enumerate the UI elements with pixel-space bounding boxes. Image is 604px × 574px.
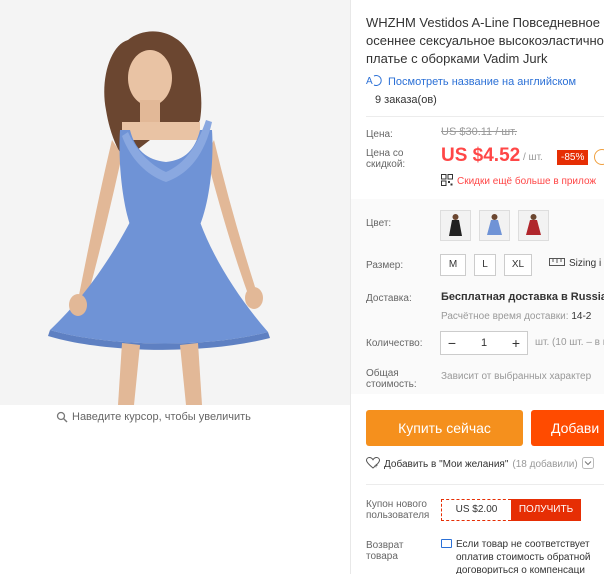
orders-count: 9 заказа(ов) [375, 94, 437, 106]
quantity-stepper: − 1 + [440, 331, 528, 355]
app-discount-link[interactable]: Скидки ещё больше в прилож [441, 174, 596, 189]
return-policy-text: Если товар не соответствует оплатив стои… [456, 538, 590, 574]
total-note: Зависит от выбранных характер [441, 371, 592, 382]
price-per-unit: / шт. [523, 152, 543, 163]
coupon-value: US $2.00 [441, 499, 511, 521]
wishlist-text: Добавить в "Мои желания" [384, 459, 509, 470]
product-title-line: WHZHM Vestidos A-Line Повседневное [366, 15, 600, 30]
shipping-estimate-value: 14-2 [571, 311, 592, 322]
quantity-increment-button[interactable]: + [505, 332, 527, 354]
qr-code-icon [441, 174, 453, 189]
return-policy-line: договориться о компенсаци [456, 565, 585, 574]
translate-link[interactable]: A Посмотреть название на английском [366, 74, 576, 89]
quantity-decrement-button[interactable]: − [441, 332, 463, 354]
dress-photo [0, 0, 350, 405]
magnifier-icon [56, 411, 68, 423]
zoom-hint: Наведите курсор, чтобы увеличить [56, 411, 251, 423]
price-label: Цена: [366, 129, 393, 140]
app-discount-text: Скидки ещё больше в прилож [457, 176, 597, 187]
shipping-estimate: Расчётное время доставки: 14-2 [441, 311, 591, 322]
discount-price-label-line: Цена со [366, 148, 404, 159]
size-option-m[interactable]: M [440, 254, 466, 276]
return-policy-line: оплатив стоимость обратной [456, 552, 591, 563]
translate-icon: A [366, 74, 382, 89]
wishlist-link[interactable]: + Добавить в "Мои желания" (18 добавили) [365, 456, 594, 472]
translate-link-text: Посмотреть название на английском [388, 75, 577, 88]
product-main-image[interactable] [0, 0, 350, 405]
discount-price-label-line: скидкой: [366, 159, 406, 170]
product-gallery: Наведите курсор, чтобы увеличить [0, 0, 350, 574]
svg-text:+: + [374, 463, 378, 469]
ruler-icon [549, 258, 565, 269]
get-coupon-button[interactable]: ПОЛУЧИТЬ [511, 499, 581, 521]
size-option-xl[interactable]: XL [504, 254, 532, 276]
size-label: Размер: [366, 260, 404, 271]
color-option-blue[interactable] [479, 210, 510, 241]
returns-label: Возврат товара [366, 540, 404, 562]
return-policy-icon [441, 539, 452, 548]
divider [366, 116, 604, 117]
discount-price-label: Цена со скидкой: [366, 148, 405, 170]
total-label-line: стоимость: [366, 379, 417, 390]
return-policy-line: Если товар не соответствует [456, 539, 590, 550]
returns-label-line: товара [366, 551, 398, 562]
svg-text:A: A [366, 76, 373, 86]
product-title-line: платье с оборками Vadim Jurk [366, 51, 548, 66]
color-option-black[interactable] [440, 210, 471, 241]
total-label-line: Общая [366, 368, 399, 379]
sizing-info-link[interactable]: Sizing i [549, 258, 601, 269]
add-to-cart-button[interactable]: Добави [531, 410, 604, 446]
product-details: WHZHM Vestidos A-Line Повседневное осенн… [365, 0, 604, 574]
divider [366, 484, 604, 485]
product-title-line: осеннее сексуальное высокоэластично [366, 33, 604, 48]
color-option-red[interactable] [518, 210, 549, 241]
discount-badge: -85% [557, 150, 589, 165]
returns-label-line: Возврат [366, 540, 404, 551]
shipping-free[interactable]: Бесплатная доставка в Russian [441, 291, 604, 303]
coupon-label-line: Купон нового [366, 499, 427, 510]
product-title: WHZHM Vestidos A-Line Повседневное осенн… [366, 14, 604, 68]
shipping-estimate-prefix: Расчётное время доставки: [441, 311, 569, 322]
heart-icon: + [365, 456, 381, 472]
sizing-info-text: Sizing i [569, 258, 602, 269]
quantity-input[interactable]: 1 [463, 337, 505, 349]
stock-note: шт. (10 шт. – в нали [535, 337, 604, 348]
chevron-down-icon[interactable] [581, 457, 594, 472]
coupon-label: Купон нового пользователя [366, 499, 429, 521]
quantity-label: Количество: [366, 338, 423, 349]
shipping-label: Доставка: [366, 293, 412, 304]
sale-price: US $4.52 [441, 145, 521, 166]
size-option-l[interactable]: L [474, 254, 496, 276]
wishlist-count: (18 добавили) [512, 459, 578, 470]
buy-now-button[interactable]: Купить сейчас [366, 410, 523, 446]
coupon-label-line: пользователя [366, 510, 430, 521]
coin-icon [594, 149, 604, 165]
total-label: Общая стоимость: [366, 368, 417, 390]
old-price: US $30.11 / шт. [441, 126, 518, 138]
color-label: Цвет: [366, 218, 392, 229]
zoom-hint-text: Наведите курсор, чтобы увеличить [72, 411, 251, 423]
